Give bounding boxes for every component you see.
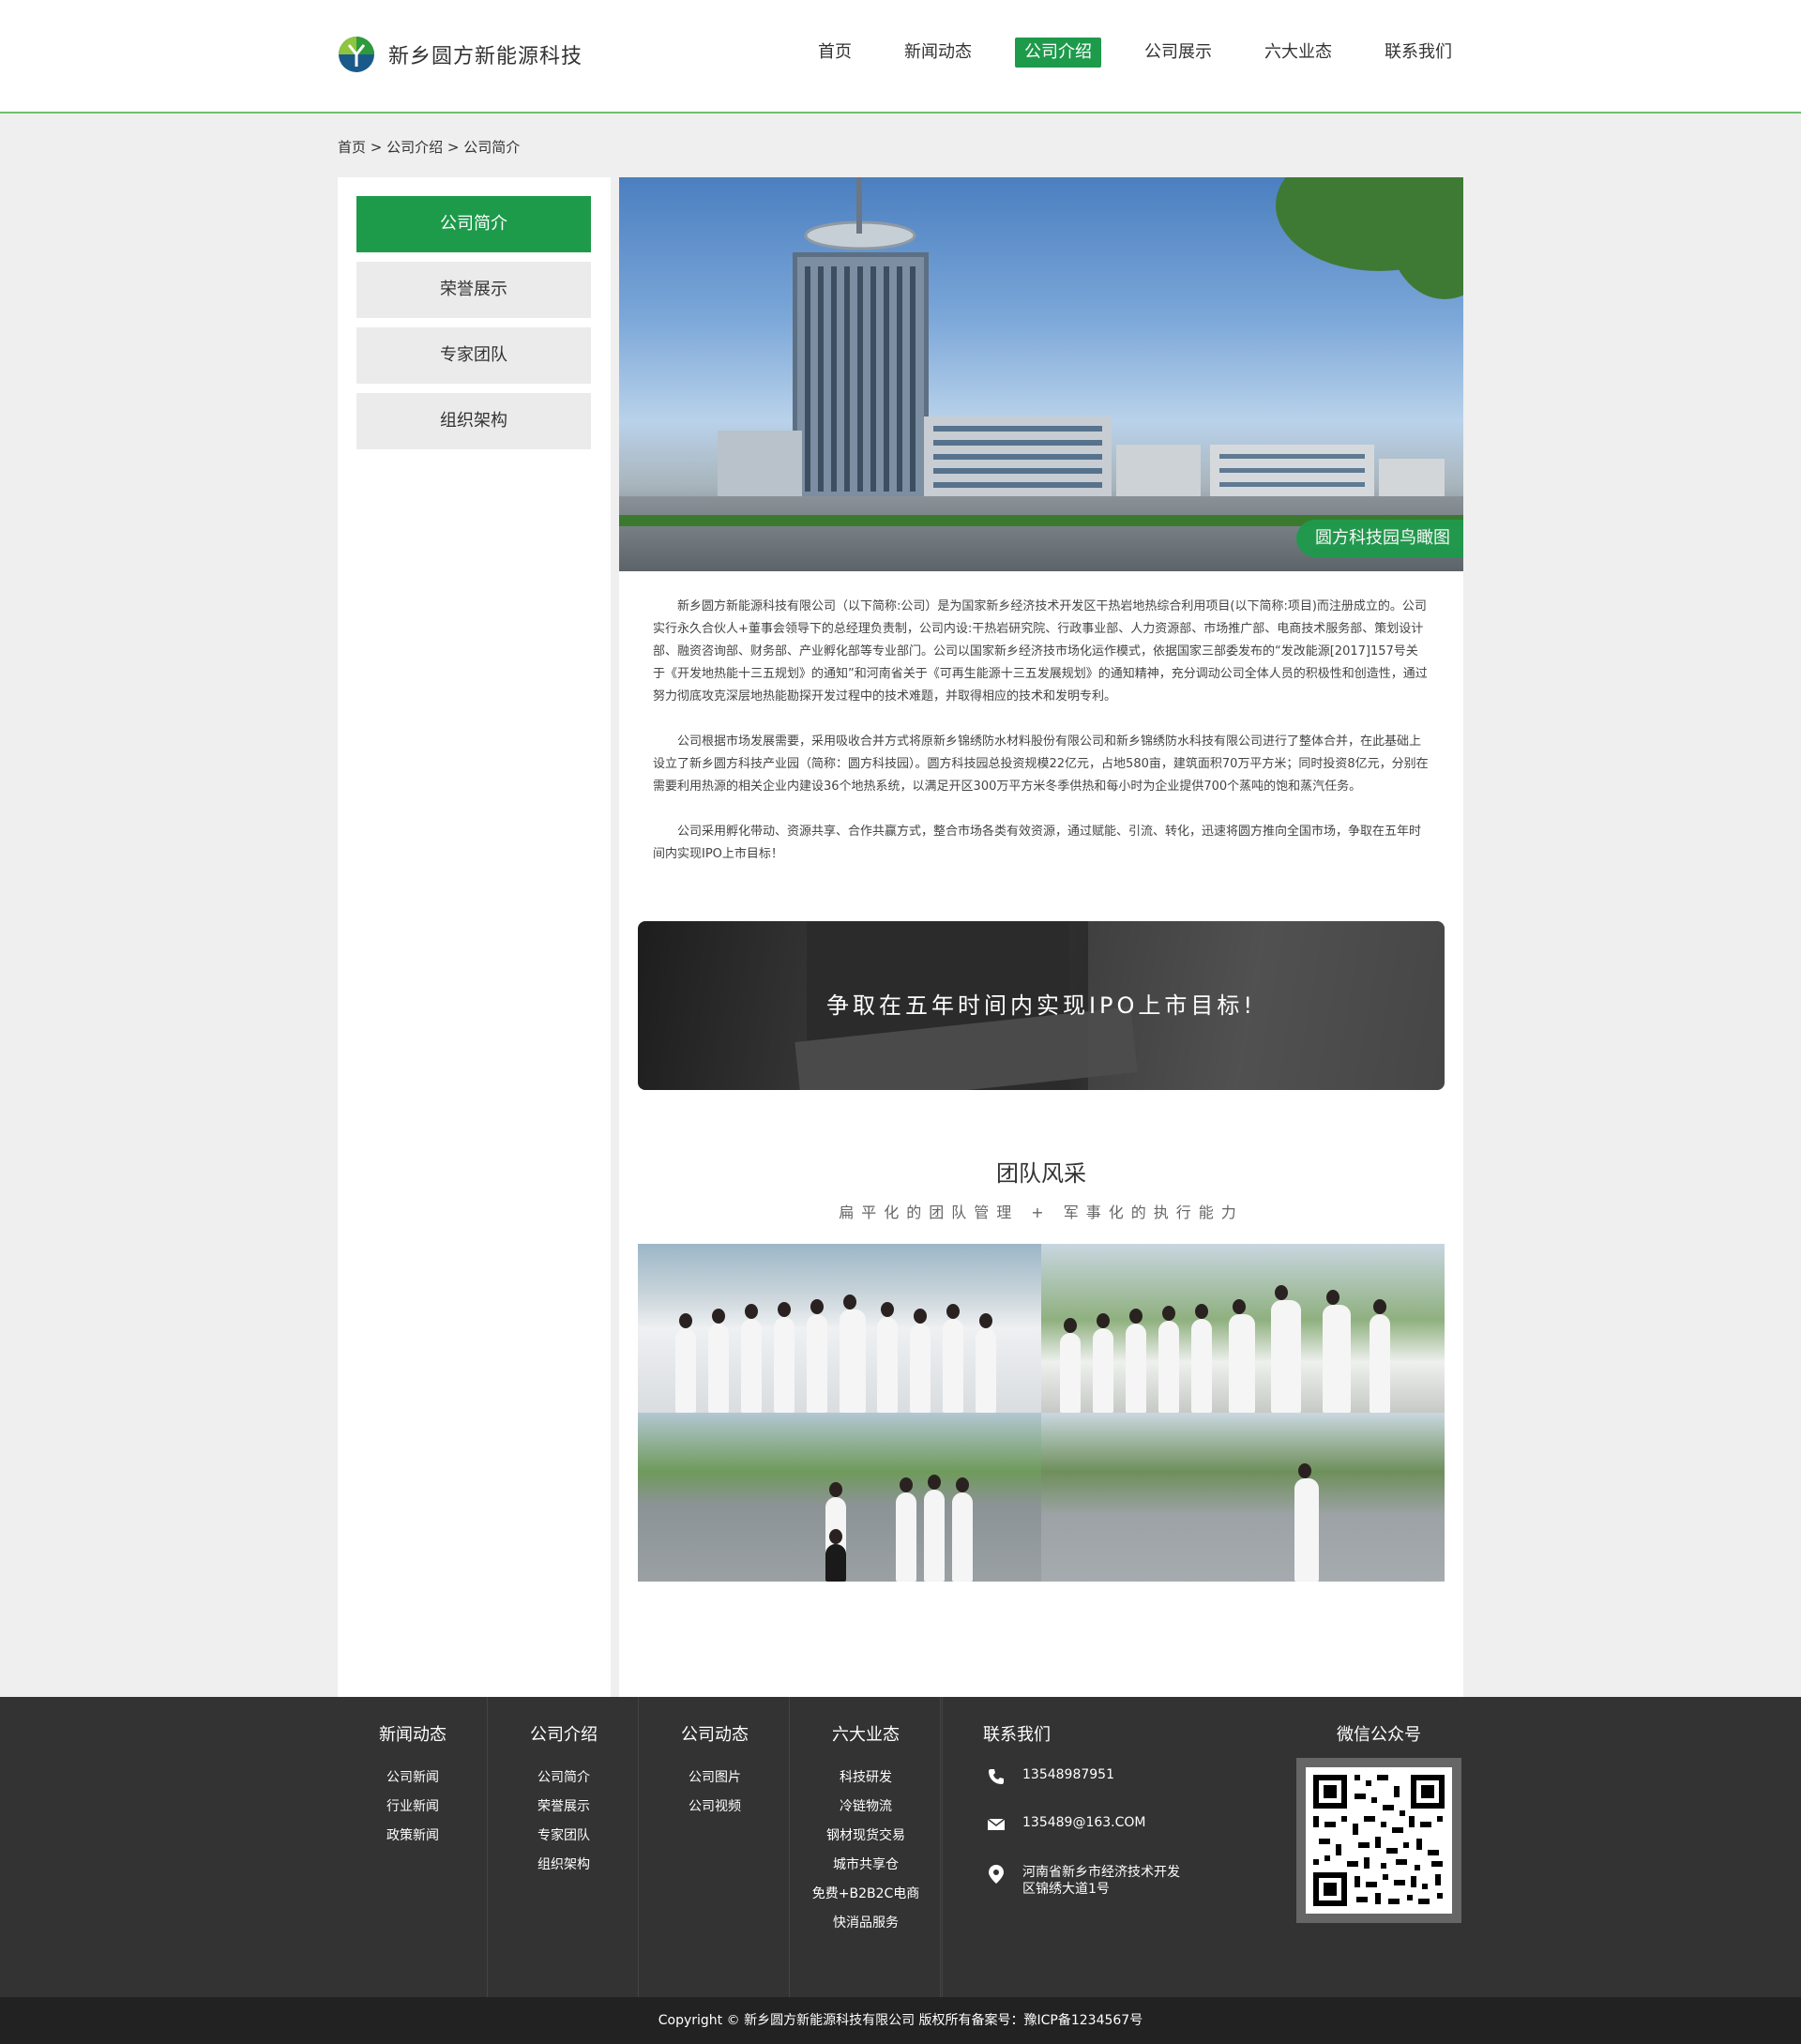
footer-heading[interactable]: 新闻动态 — [338, 1721, 488, 1746]
team-photo[interactable] — [1041, 1413, 1445, 1582]
footer-link[interactable]: 政策新闻 — [338, 1825, 488, 1844]
footer-col-about: 公司介绍 公司简介 荣誉展示 专家团队 组织架构 — [489, 1697, 639, 1997]
nav-business[interactable]: 六大业态 — [1255, 38, 1341, 68]
copyright-bar: Copyright © 新乡圆方新能源科技有限公司 版权所有备案号：豫ICP备1… — [0, 1997, 1801, 2044]
sidebar-item-honors[interactable]: 荣誉展示 — [356, 262, 591, 318]
contact-email: 135489@163.COM — [987, 1815, 1146, 1834]
phone-icon — [987, 1767, 1006, 1786]
ipo-banner: 争取在五年时间内实现IPO上市目标! — [638, 921, 1445, 1090]
address-line: 区锦绣大道1号 — [1022, 1882, 1110, 1897]
footer-link[interactable]: 公司视频 — [640, 1796, 790, 1815]
footer-link[interactable]: 公司新闻 — [338, 1767, 488, 1786]
wechat-heading: 微信公众号 — [1337, 1725, 1421, 1745]
hero-caption: 圆方科技园鸟瞰图 — [1296, 520, 1463, 557]
main-nav: 首页 新闻动态 公司介绍 公司展示 六大业态 联系我们 — [809, 38, 1461, 68]
intro-paragraph: 公司采用孵化带动、资源共享、合作共赢方式，整合市场各类有效资源，通过赋能、引流、… — [653, 825, 1422, 861]
footer-link[interactable]: 城市共享仓 — [791, 1855, 941, 1873]
team-photo[interactable] — [638, 1413, 1041, 1582]
nav-news[interactable]: 新闻动态 — [895, 38, 981, 68]
intro-paragraph: 新乡圆方新能源科技有限公司（以下简称:公司）是为国家新乡经济技术开发区干热岩地热… — [653, 599, 1428, 704]
team-title: 团队风采 — [996, 1160, 1086, 1187]
footer-col-updates: 公司动态 公司图片 公司视频 — [640, 1697, 790, 1997]
footer-heading[interactable]: 公司动态 — [640, 1721, 790, 1746]
logo[interactable]: 新乡圆方新能源科技 — [338, 36, 583, 73]
team-photo[interactable] — [1041, 1244, 1445, 1413]
company-intro: 新乡圆方新能源科技有限公司（以下简称:公司）是为国家新乡经济技术开发区干热岩地热… — [653, 596, 1430, 888]
footer-link[interactable]: 钢材现货交易 — [791, 1825, 941, 1844]
address-line: 河南省新乡市经济技术开发 — [1022, 1865, 1180, 1880]
nav-showcase[interactable]: 公司展示 — [1135, 38, 1221, 68]
footer-link[interactable]: 行业新闻 — [338, 1796, 488, 1815]
main-content: 圆方科技园鸟瞰图 新乡圆方新能源科技有限公司（以下简称:公司）是为国家新乡经济技… — [619, 177, 1463, 1697]
email-address: 135489@163.COM — [1022, 1815, 1146, 1830]
nav-about[interactable]: 公司介绍 — [1015, 38, 1101, 68]
mail-icon — [987, 1815, 1006, 1834]
contact-phone: 13548987951 — [987, 1767, 1114, 1786]
footer-col-business: 六大业态 科技研发 冷链物流 钢材现货交易 城市共享仓 免费+B2B2C电商 快… — [791, 1697, 941, 1997]
sidebar-item-profile[interactable]: 公司简介 — [356, 196, 591, 252]
logo-text: 新乡圆方新能源科技 — [388, 45, 583, 68]
banner-text: 争取在五年时间内实现IPO上市目标! — [825, 992, 1257, 1019]
sidebar: 公司简介 荣誉展示 专家团队 组织架构 — [338, 177, 611, 1697]
team-photo[interactable] — [638, 1244, 1041, 1413]
footer-link[interactable]: 公司图片 — [640, 1767, 790, 1786]
location-pin-icon — [987, 1864, 1006, 1884]
sidebar-item-org[interactable]: 组织架构 — [356, 393, 591, 449]
wechat-qr-code — [1296, 1758, 1461, 1923]
footer-link[interactable]: 专家团队 — [489, 1825, 639, 1844]
contact-address: 河南省新乡市经济技术开发 区锦绣大道1号 — [987, 1864, 1180, 1898]
footer-link[interactable]: 公司简介 — [489, 1767, 639, 1786]
footer-link[interactable]: 组织架构 — [489, 1855, 639, 1873]
footer-link[interactable]: 科技研发 — [791, 1767, 941, 1786]
footer-link[interactable]: 免费+B2B2C电商 — [791, 1884, 941, 1902]
site-header: 新乡圆方新能源科技 首页 新闻动态 公司介绍 公司展示 六大业态 联系我们 — [0, 0, 1801, 114]
logo-icon — [338, 36, 375, 73]
footer-col-news: 新闻动态 公司新闻 行业新闻 政策新闻 — [338, 1697, 488, 1997]
team-photo-grid — [638, 1244, 1445, 1582]
footer-heading[interactable]: 六大业态 — [791, 1721, 941, 1746]
footer-link[interactable]: 快消品服务 — [791, 1913, 941, 1931]
nav-home[interactable]: 首页 — [809, 38, 861, 68]
footer-heading[interactable]: 公司介绍 — [489, 1721, 639, 1746]
breadcrumb[interactable]: 首页 > 公司介绍 > 公司简介 — [338, 137, 520, 157]
nav-contact[interactable]: 联系我们 — [1375, 38, 1461, 68]
footer-link[interactable]: 冷链物流 — [791, 1796, 941, 1815]
intro-paragraph: 公司根据市场发展需要，采用吸收合并方式将原新乡锦绣防水材料股份有限公司和新乡锦绣… — [653, 734, 1429, 794]
hero-image: 圆方科技园鸟瞰图 — [619, 177, 1463, 571]
footer-link[interactable]: 荣誉展示 — [489, 1796, 639, 1815]
sidebar-item-experts[interactable]: 专家团队 — [356, 327, 591, 384]
site-footer: 新闻动态 公司新闻 行业新闻 政策新闻 公司介绍 公司简介 荣誉展示 专家团队 … — [0, 1697, 1801, 1997]
team-subtitle: 扁平化的团队管理 + 军事化的执行能力 — [839, 1204, 1244, 1221]
contact-heading: 联系我们 — [983, 1725, 1051, 1745]
phone-number: 13548987951 — [1022, 1767, 1114, 1782]
